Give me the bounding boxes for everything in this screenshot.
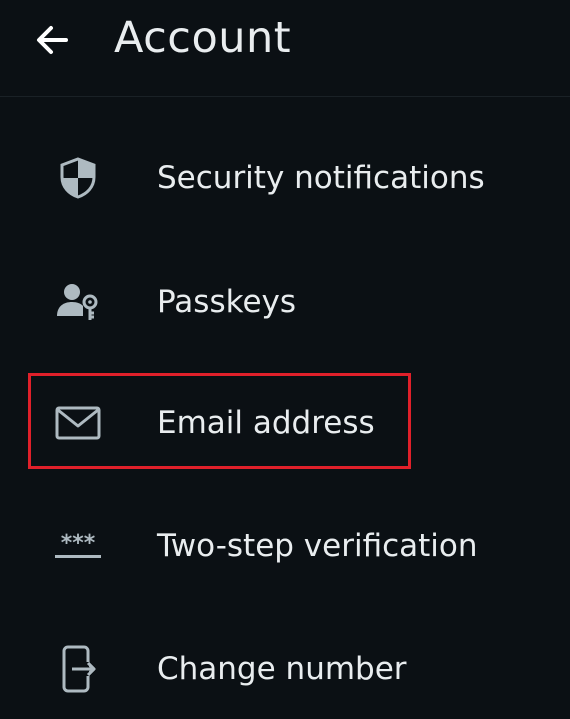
phone-transfer-icon bbox=[50, 645, 106, 693]
app-bar: Account bbox=[0, 0, 570, 97]
password-dots-icon: *** bbox=[50, 522, 106, 570]
menu-item-passkeys[interactable]: Passkeys bbox=[0, 252, 570, 352]
envelope-icon bbox=[50, 399, 106, 447]
passkey-icon bbox=[50, 278, 106, 326]
menu-item-label: Two-step verification bbox=[157, 528, 478, 564]
arrow-left-icon bbox=[37, 26, 68, 54]
menu-item-two-step-verification[interactable]: *** Two-step verification bbox=[0, 496, 570, 596]
svg-text:***: *** bbox=[61, 531, 96, 556]
menu-item-email-address[interactable]: Email address bbox=[0, 373, 570, 473]
menu-item-label: Email address bbox=[157, 405, 375, 441]
page-title: Account bbox=[114, 13, 292, 63]
menu-item-security-notifications[interactable]: Security notifications bbox=[0, 128, 570, 228]
menu-item-label: Change number bbox=[157, 651, 407, 687]
menu-item-change-number[interactable]: Change number bbox=[0, 619, 570, 719]
shield-icon bbox=[50, 154, 106, 202]
menu-item-label: Passkeys bbox=[157, 284, 297, 320]
back-button[interactable] bbox=[24, 12, 80, 68]
menu-item-label: Security notifications bbox=[157, 160, 485, 196]
